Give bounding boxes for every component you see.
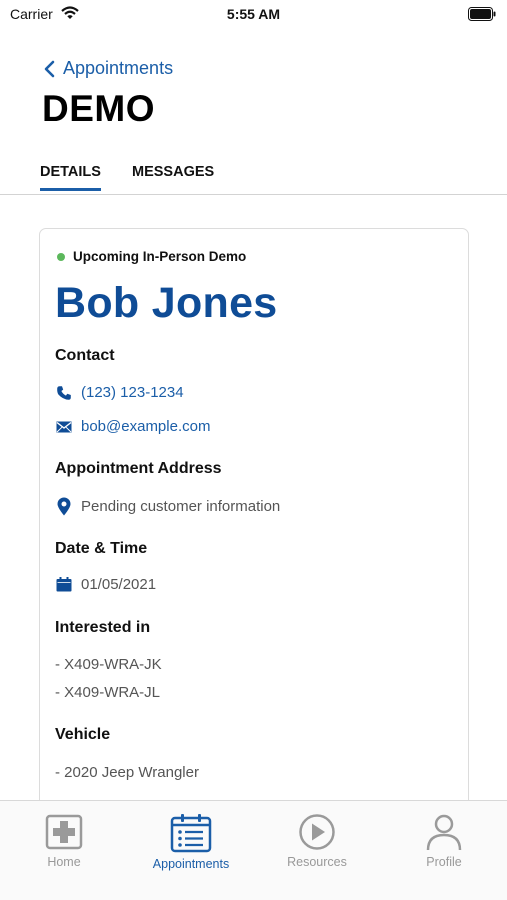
phone-link[interactable]: (123) 123-1234 <box>81 384 184 401</box>
status-row: Upcoming In-Person Demo <box>57 249 246 264</box>
tabbar-resources[interactable]: Resources <box>262 813 372 869</box>
vehicle-value: - 2020 Jeep Wrangler <box>55 764 199 781</box>
person-icon <box>426 814 462 851</box>
bottom-tab-bar: Home Appointments Resources Profile <box>0 800 507 900</box>
home-plus-icon <box>45 814 83 850</box>
tabbar-appointments[interactable]: Appointments <box>136 813 246 871</box>
tabbar-home[interactable]: Home <box>9 813 119 869</box>
segment-tabs: DETAILS MESSAGES <box>0 160 507 195</box>
envelope-icon <box>55 421 73 433</box>
address-value: Pending customer information <box>81 498 281 515</box>
tabbar-home-label: Home <box>47 855 81 869</box>
tab-messages[interactable]: MESSAGES <box>132 164 214 188</box>
contact-heading: Contact <box>55 347 115 364</box>
tabbar-profile[interactable]: Profile <box>389 813 499 869</box>
page-title: DEMO <box>42 88 155 129</box>
status-bar: Carrier 5:55 AM <box>0 0 507 30</box>
email-link[interactable]: bob@example.com <box>81 418 210 435</box>
address-heading: Appointment Address <box>55 460 222 477</box>
interested-heading: Interested in <box>55 619 151 636</box>
phone-row[interactable]: (123) 123-1234 <box>55 384 184 401</box>
status-label: Upcoming In-Person Demo <box>73 249 247 264</box>
date-value: 01/05/2021 <box>81 576 157 593</box>
date-row: 01/05/2021 <box>55 576 156 593</box>
back-label: Appointments <box>63 58 174 78</box>
tabbar-appointments-label: Appointments <box>152 857 230 871</box>
status-dot-icon <box>57 252 65 261</box>
tab-details[interactable]: DETAILS <box>40 164 101 191</box>
tabbar-profile-label: Profile <box>426 855 462 869</box>
map-pin-icon <box>55 497 73 516</box>
phone-icon <box>55 385 73 401</box>
datetime-heading: Date & Time <box>55 540 148 557</box>
interested-item: - X409-WRA-JL <box>55 684 161 701</box>
tabbar-resources-label: Resources <box>287 855 347 869</box>
battery-icon <box>468 7 496 26</box>
email-row[interactable]: bob@example.com <box>55 418 210 435</box>
customer-name: Bob Jones <box>55 279 278 327</box>
chevron-left-icon <box>44 60 55 77</box>
clock: 5:55 AM <box>226 6 281 22</box>
calendar-icon <box>55 577 73 592</box>
appointment-card: Upcoming In-Person Demo Bob Jones Contac… <box>39 228 469 848</box>
back-button[interactable]: Appointments <box>44 58 173 79</box>
vehicle-heading: Vehicle <box>55 726 111 743</box>
calendar-list-icon <box>170 814 212 853</box>
interested-item: - X409-WRA-JK <box>55 656 162 673</box>
address-row: Pending customer information <box>55 497 280 516</box>
play-circle-icon <box>299 814 335 850</box>
